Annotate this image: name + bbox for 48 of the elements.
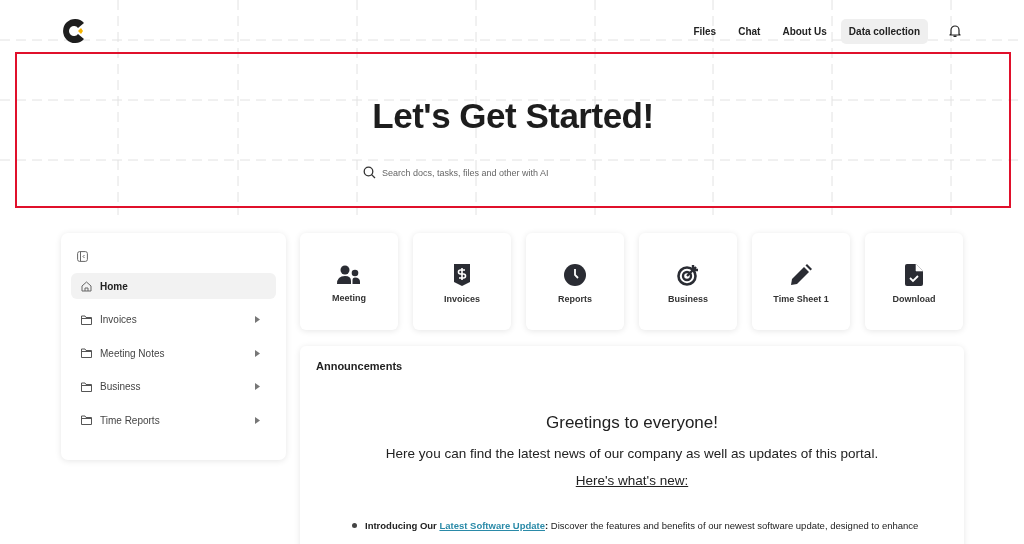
sidebar-item[interactable]: Invoices — [71, 306, 276, 333]
sidebar-item[interactable]: Business — [71, 373, 276, 400]
update-link[interactable]: Latest Software Update — [439, 520, 545, 531]
greeting-heading: Greetings to everyone! — [545, 413, 719, 433]
shortcut-tile[interactable]: Meeting — [300, 233, 398, 330]
folder-icon — [81, 348, 92, 358]
sidebar-item[interactable]: Home — [71, 273, 276, 299]
expand-arrow-icon[interactable] — [255, 383, 260, 390]
bell-icon[interactable] — [948, 24, 962, 38]
tile-label: Download — [892, 293, 936, 304]
nav-link[interactable]: Data collection — [840, 18, 928, 44]
clock-icon — [564, 263, 586, 286]
tile-label: Meeting — [332, 292, 366, 303]
nav-link[interactable]: Chat — [730, 18, 769, 44]
bullet-icon — [352, 523, 357, 528]
folder-icon — [81, 381, 92, 392]
target-icon — [677, 263, 699, 286]
nav-link[interactable]: About Us — [774, 18, 835, 44]
dollar-tag-icon — [453, 263, 471, 286]
expand-arrow-icon[interactable] — [255, 416, 260, 424]
tile-label: Time Sheet 1 — [773, 293, 829, 304]
search-icon — [363, 166, 376, 179]
hero-title: Let's Get Started! — [372, 96, 654, 136]
nav-link[interactable]: Files — [685, 18, 725, 44]
search-field[interactable]: Search docs, tasks, files and other with AI — [363, 166, 673, 179]
sidebar-toggle-icon[interactable] — [77, 251, 88, 262]
shortcut-tile[interactable]: Time Sheet 1 — [752, 233, 850, 330]
whats-new-heading: Here's what's new: — [575, 473, 689, 488]
announcement-item: Introducing Our Latest Software Update: Discover the features and benefits of our newest software update, designed to enhance — [365, 519, 919, 533]
people-icon — [337, 264, 361, 285]
shortcut-tile[interactable]: Invoices — [413, 233, 511, 330]
shortcut-tile[interactable]: Business — [639, 233, 737, 330]
shortcut-tile[interactable]: Reports — [526, 233, 624, 330]
intro-text: Here you can find the latest news of our company as well as updates of this portal. — [384, 446, 880, 461]
folder-icon — [81, 415, 92, 425]
pencil-icon — [790, 263, 812, 286]
expand-arrow-icon[interactable] — [255, 349, 260, 357]
shortcut-tile[interactable]: Download — [865, 233, 963, 330]
sidebar-item[interactable]: Meeting Notes — [71, 340, 276, 366]
file-check-icon — [905, 263, 923, 286]
home-icon — [81, 280, 92, 292]
folder-icon — [81, 314, 92, 325]
tile-label: Reports — [558, 293, 592, 304]
sidebar-item[interactable]: Time Reports — [71, 407, 276, 433]
expand-arrow-icon[interactable] — [255, 316, 260, 323]
announcements-title: Announcements — [316, 360, 404, 372]
tile-label: Business — [668, 293, 708, 304]
tile-label: Invoices — [444, 293, 480, 304]
